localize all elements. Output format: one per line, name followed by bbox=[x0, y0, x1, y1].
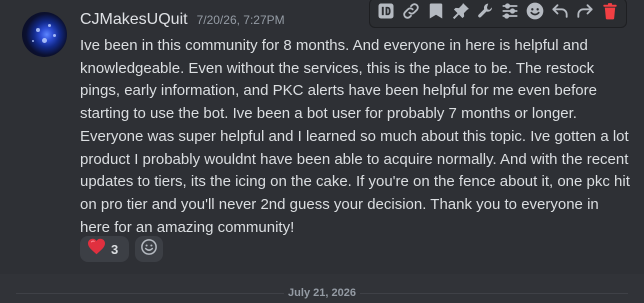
message-header: CJMakesUQuit 7/20/26, 7:27PM bbox=[80, 11, 285, 31]
reply-icon bbox=[550, 1, 570, 26]
timestamp: 7/20/26, 7:27PM bbox=[196, 13, 285, 27]
date-divider: July 21, 2026 bbox=[0, 286, 644, 300]
add-reaction-toolbar-button[interactable] bbox=[523, 1, 547, 25]
reactions: 3 bbox=[80, 236, 163, 262]
tools-button[interactable] bbox=[474, 1, 498, 25]
apps-icon bbox=[500, 1, 520, 26]
copy-id-button[interactable] bbox=[374, 1, 398, 25]
pin-icon bbox=[451, 1, 471, 26]
apps-button[interactable] bbox=[498, 1, 522, 25]
username[interactable]: CJMakesUQuit bbox=[80, 11, 188, 29]
tools-icon bbox=[476, 1, 496, 26]
message[interactable]: CJMakesUQuit 7/20/26, 7:27PM Ive been in… bbox=[0, 0, 644, 274]
avatar[interactable] bbox=[22, 12, 67, 57]
add-reaction-button[interactable] bbox=[135, 236, 163, 262]
save-icon bbox=[426, 1, 446, 26]
copy-link-button[interactable] bbox=[399, 1, 423, 25]
reaction-heart[interactable]: 3 bbox=[80, 236, 129, 262]
add-reaction-icon bbox=[525, 1, 545, 26]
date-divider-label: July 21, 2026 bbox=[284, 287, 360, 299]
save-button[interactable] bbox=[424, 1, 448, 25]
delete-icon bbox=[600, 1, 620, 26]
chat-view: CJMakesUQuit 7/20/26, 7:27PM Ive been in… bbox=[0, 0, 644, 303]
forward-icon bbox=[575, 1, 595, 26]
message-content: Ive been in this community for 8 months.… bbox=[80, 37, 630, 236]
reaction-count: 3 bbox=[111, 241, 119, 257]
pin-button[interactable] bbox=[449, 1, 473, 25]
copy-link-icon bbox=[401, 1, 421, 26]
message-actions-toolbar bbox=[369, 0, 627, 28]
copy-id-icon bbox=[376, 1, 396, 26]
forward-button[interactable] bbox=[573, 1, 597, 25]
delete-button[interactable] bbox=[598, 1, 622, 25]
add-reaction-icon bbox=[140, 238, 158, 261]
heart-icon bbox=[87, 238, 106, 260]
reply-button[interactable] bbox=[548, 1, 572, 25]
